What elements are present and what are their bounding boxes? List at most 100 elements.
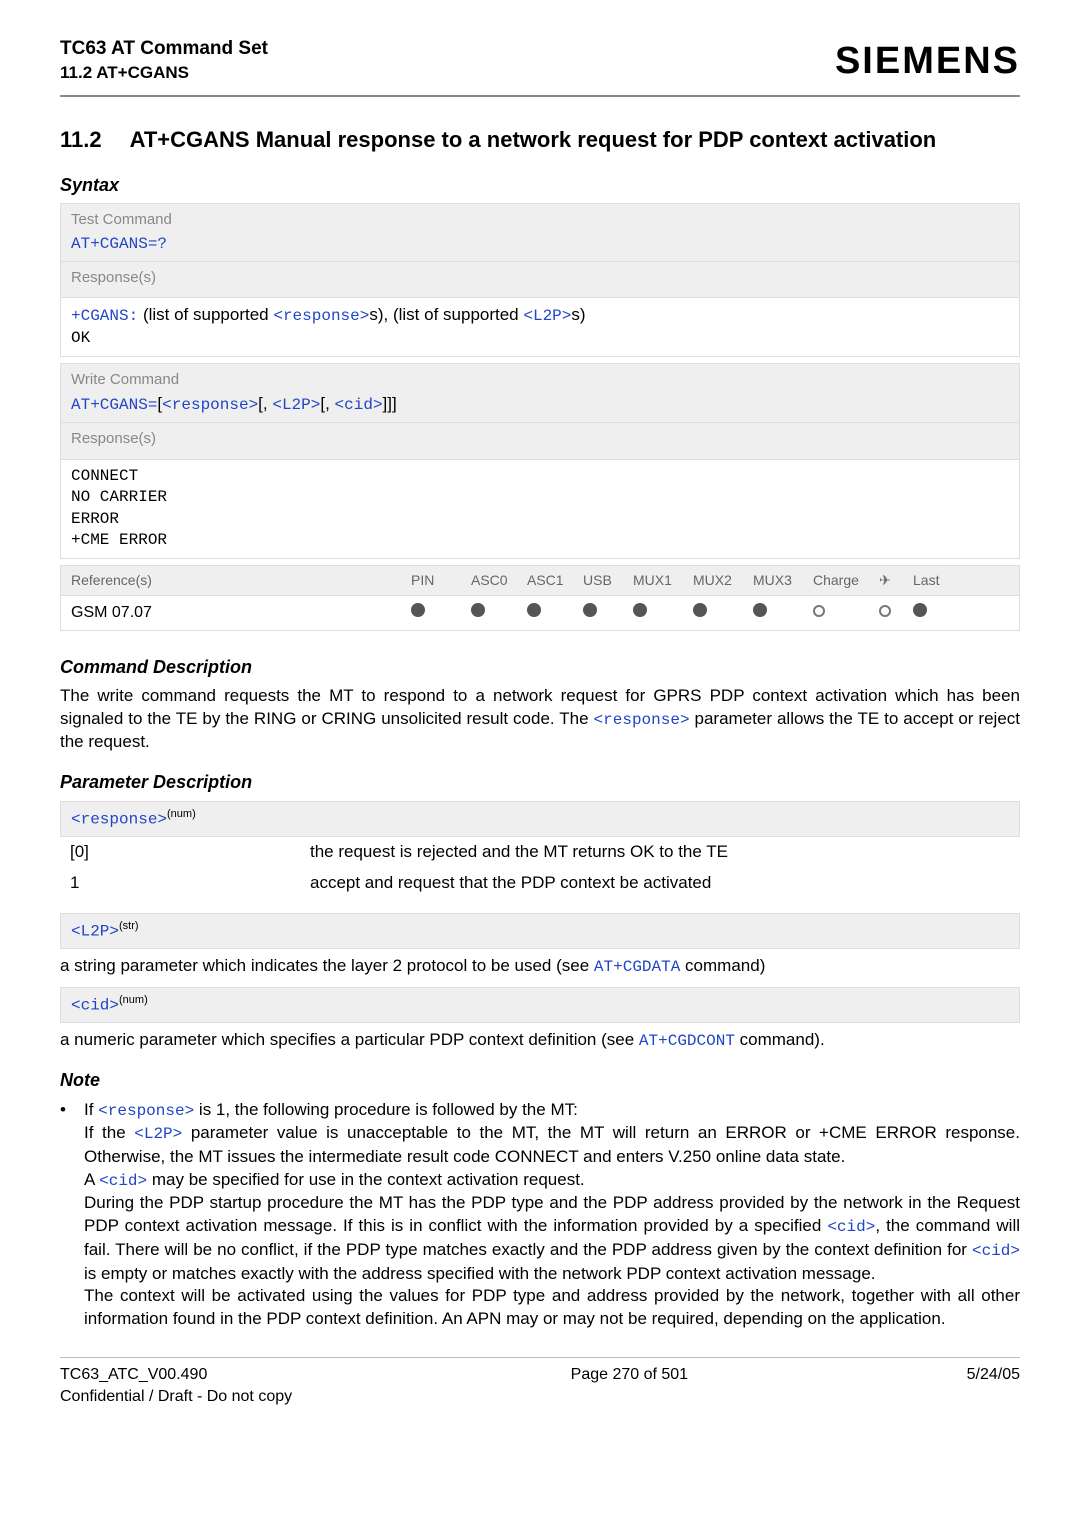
param-response-sup: (num) — [167, 808, 196, 820]
note-block: • If <response> is 1, the following proc… — [60, 1099, 1020, 1332]
write-r3: ERROR — [71, 509, 1009, 531]
write-command: AT+CGANS=[<response>[, <L2P>[, <cid>]]] — [71, 393, 1009, 417]
n3c: may be specified for use in the context … — [147, 1170, 585, 1189]
write-cmd-p2: <L2P> — [272, 396, 320, 414]
dot-asc0 — [471, 602, 527, 624]
n2c: parameter value is unacceptable to the M… — [84, 1123, 1020, 1166]
param-response-row-0: [0] the request is rejected and the MT r… — [60, 837, 1020, 868]
section-title: AT+CGANS Manual response to a network re… — [130, 125, 1020, 155]
param-response-v0: the request is rejected and the MT retur… — [310, 841, 728, 864]
write-cmd-b3: [, — [320, 394, 334, 413]
l2p-a: a string parameter which indicates the l… — [60, 956, 594, 975]
test-response-box: Response(s) — [60, 262, 1020, 298]
write-command-label: Write Command — [71, 370, 1009, 390]
ref-h-asc0: ASC0 — [471, 571, 527, 590]
n5: The context will be activated using the … — [84, 1286, 1020, 1328]
syntax-heading: Syntax — [60, 173, 1020, 197]
page-footer: TC63_ATC_V00.490 Confidential / Draft - … — [60, 1357, 1020, 1407]
dot-pin — [411, 602, 471, 624]
doc-title: TC63 AT Command Set — [60, 36, 268, 62]
n4e: is empty or matches exactly with the add… — [84, 1264, 876, 1283]
test-resp-mid3: s) — [571, 305, 585, 324]
ref-h-last: Last — [913, 571, 957, 590]
dot-mux2 — [693, 602, 753, 624]
note-body: If <response> is 1, the following proced… — [84, 1099, 1020, 1332]
doc-section: 11.2 AT+CGANS — [60, 62, 268, 85]
dot-plane — [879, 602, 913, 624]
param-l2p-head: <L2P>(str) — [60, 913, 1020, 949]
write-cmd-p1: <response> — [162, 396, 258, 414]
write-r1: CONNECT — [71, 466, 1009, 488]
brand-logo: SIEMENS — [835, 36, 1020, 87]
footer-date: 5/24/05 — [967, 1364, 1020, 1407]
write-response-label-box: Response(s) — [60, 423, 1020, 459]
write-r4: +CME ERROR — [71, 530, 1009, 552]
ref-h-asc1: ASC1 — [527, 571, 583, 590]
write-response-label: Response(s) — [71, 429, 1009, 449]
cmddesc-b: <response> — [594, 711, 690, 729]
param-response-row-1: 1 accept and request that the PDP contex… — [60, 868, 1020, 899]
l2p-b: AT+CGDATA — [594, 958, 680, 976]
test-response-label: Response(s) — [71, 268, 1009, 288]
write-response-body: CONNECT NO CARRIER ERROR +CME ERROR — [60, 460, 1020, 559]
write-cmd-p3: <cid> — [335, 396, 383, 414]
command-description-heading: Command Description — [60, 655, 1020, 679]
ref-h-charge: Charge — [813, 571, 879, 590]
param-response-name: <response> — [71, 810, 167, 828]
param-response-k1: 1 — [70, 872, 310, 895]
footer-left: TC63_ATC_V00.490 Confidential / Draft - … — [60, 1364, 292, 1407]
dot-asc1 — [527, 602, 583, 624]
footer-version: TC63_ATC_V00.490 — [60, 1364, 292, 1386]
ref-h-mux3: MUX3 — [753, 571, 813, 590]
write-cmd-prefix: AT+CGANS= — [71, 396, 157, 414]
test-ok: OK — [71, 328, 1009, 350]
test-resp-mid1: (list of supported — [138, 305, 273, 324]
ref-h-pin: PIN — [411, 571, 471, 590]
dot-charge — [813, 602, 879, 624]
n4d: <cid> — [972, 1242, 1020, 1260]
plane-icon: ✈ — [879, 571, 913, 590]
ref-h-mux2: MUX2 — [693, 571, 753, 590]
n4b: <cid> — [827, 1218, 875, 1236]
note-heading: Note — [60, 1068, 1020, 1092]
param-l2p-sup: (str) — [119, 920, 139, 932]
test-resp-prefix: +CGANS: — [71, 307, 138, 325]
section-heading: 11.2 AT+CGANS Manual response to a netwo… — [60, 125, 1020, 155]
reference-label: Reference(s) — [71, 571, 411, 590]
l2p-c: command) — [680, 956, 765, 975]
n1b: <response> — [98, 1102, 194, 1120]
cid-a: a numeric parameter which specifies a pa… — [60, 1030, 639, 1049]
n1c: is 1, the following procedure is followe… — [194, 1100, 578, 1119]
command-description-text: The write command requests the MT to res… — [60, 685, 1020, 754]
page-header: TC63 AT Command Set 11.2 AT+CGANS SIEMEN… — [60, 36, 1020, 87]
cid-c: command). — [735, 1030, 825, 1049]
n1a: If — [84, 1100, 98, 1119]
test-response-line: +CGANS: (list of supported <response>s),… — [71, 304, 1009, 328]
reference-value: GSM 07.07 — [71, 602, 411, 624]
test-response-body: +CGANS: (list of supported <response>s),… — [60, 298, 1020, 356]
test-command-label: Test Command — [71, 210, 1009, 230]
n3b: <cid> — [99, 1172, 147, 1190]
test-command: AT+CGANS=? — [71, 234, 1009, 256]
param-cid-head: <cid>(num) — [60, 987, 1020, 1023]
n2b: <L2P> — [134, 1125, 182, 1143]
test-resp-p2: <L2P> — [523, 307, 571, 325]
param-response-v1: accept and request that the PDP context … — [310, 872, 711, 895]
footer-confidential: Confidential / Draft - Do not copy — [60, 1386, 292, 1408]
dot-usb — [583, 602, 633, 624]
dot-mux3 — [753, 602, 813, 624]
doc-title-block: TC63 AT Command Set 11.2 AT+CGANS — [60, 36, 268, 85]
footer-page: Page 270 of 501 — [571, 1364, 688, 1407]
param-cid-text: a numeric parameter which specifies a pa… — [60, 1029, 1020, 1053]
write-r2: NO CARRIER — [71, 487, 1009, 509]
write-command-box: Write Command AT+CGANS=[<response>[, <L2… — [60, 363, 1020, 424]
param-l2p-text: a string parameter which indicates the l… — [60, 955, 1020, 979]
param-l2p-name: <L2P> — [71, 922, 119, 940]
bullet-icon: • — [60, 1099, 74, 1332]
param-response-head: <response>(num) — [60, 801, 1020, 837]
ref-h-usb: USB — [583, 571, 633, 590]
cid-b: AT+CGDCONT — [639, 1032, 735, 1050]
param-response-k0: [0] — [70, 841, 310, 864]
write-cmd-b4: ]]] — [383, 394, 397, 413]
dot-last — [913, 602, 957, 624]
